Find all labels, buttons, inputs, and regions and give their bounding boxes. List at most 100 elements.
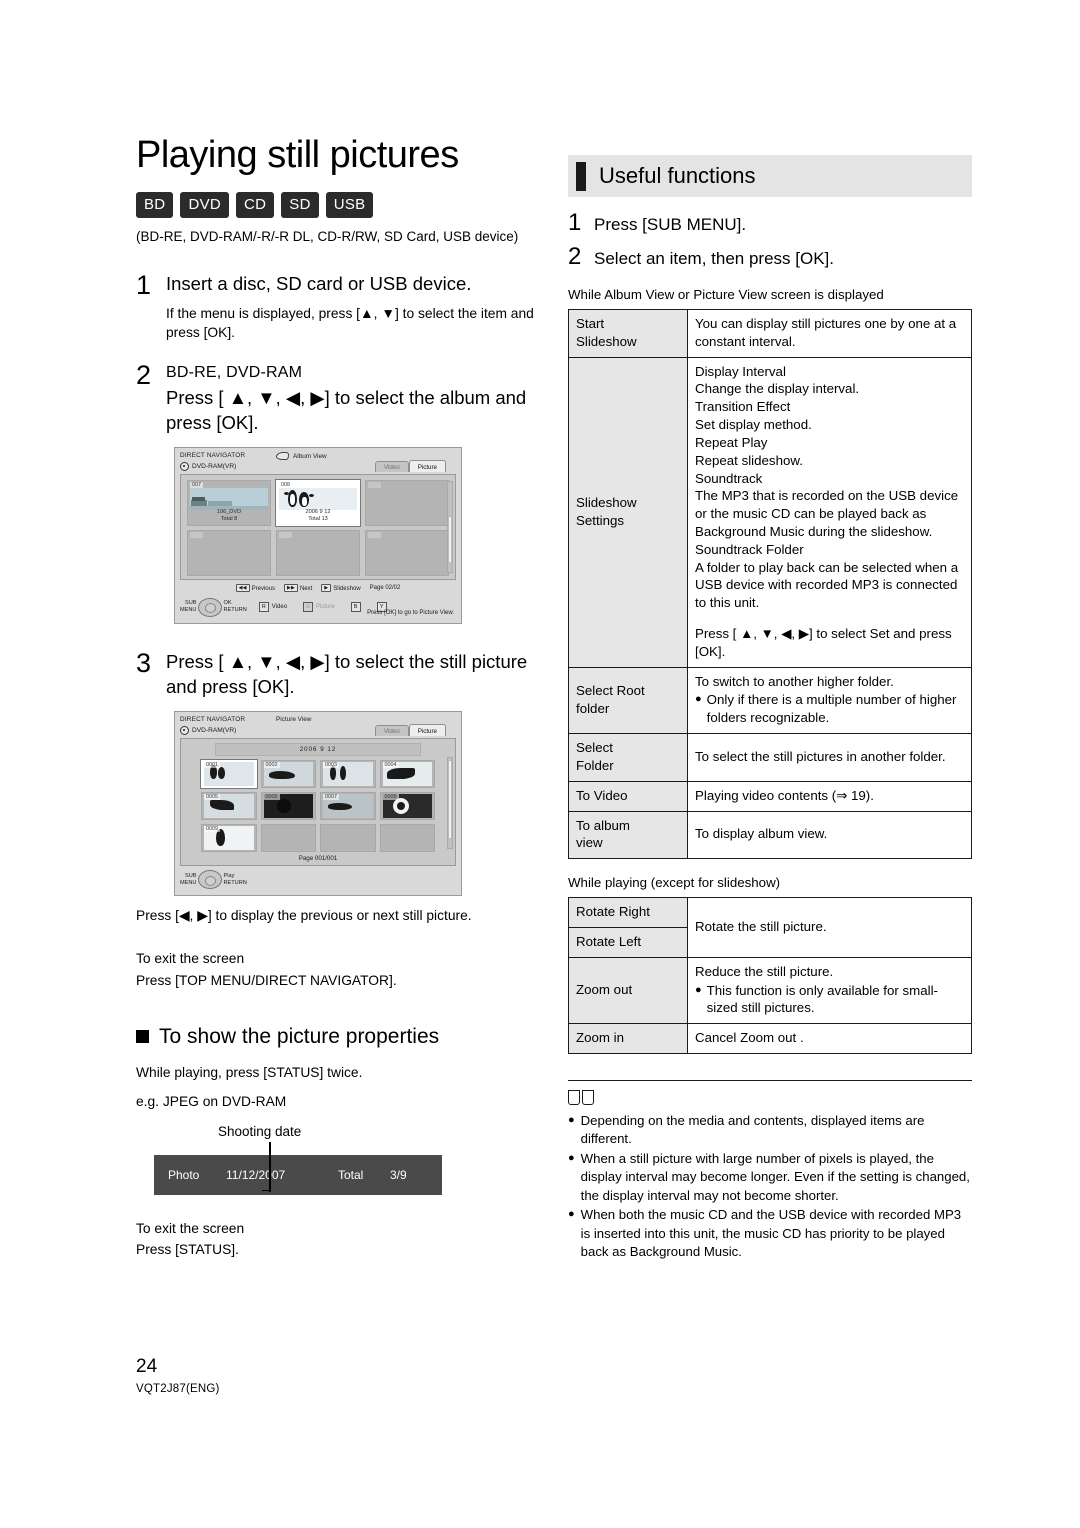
album-shot-app-title: DIRECT NAVIGATOR <box>180 452 246 460</box>
picture-thumb[interactable]: 0007 <box>320 791 376 820</box>
step-3-after-note: Press [◀, ▶] to display the previous or … <box>136 907 472 923</box>
table-row: Rotate Right Rotate the still picture. <box>568 897 972 958</box>
ok-label: OK <box>223 600 232 607</box>
picture-scrollbar-thumb[interactable] <box>448 759 452 839</box>
album-thumb-empty: 000 <box>365 530 449 577</box>
step-2-number: 2 <box>136 360 152 391</box>
table-row: To Video Playing video contents (⇒ 19). <box>568 780 972 812</box>
tab-video[interactable]: Video <box>375 461 409 473</box>
picture-thumbnail-grid: 0001 0002 0003 0004 0005 0006 0007 0008 … <box>200 758 435 852</box>
row-key-select-folder: Select Folder <box>568 733 688 782</box>
picture-shot-body: 2006 9 12 0001 0002 0003 0004 0005 0006 … <box>180 737 456 866</box>
table-row: Start Slideshow You can display still pic… <box>568 309 972 358</box>
right-step-2: 2 Select an item, then press [OK]. <box>568 243 972 271</box>
row-key-to-album-view: To album view <box>568 810 688 860</box>
setting-transition-effect-desc: Set display method. <box>695 417 812 433</box>
table-row: Select Folder To select the still picture… <box>568 733 972 782</box>
picture-thumb[interactable]: 0001 <box>200 758 258 789</box>
page-number: 24 <box>136 1356 158 1377</box>
sub-menu-label: SUB MENU <box>180 600 196 613</box>
exit-screen-2-line2: Press [STATUS]. <box>136 1242 239 1258</box>
setting-soundtrack-title: Soundtrack <box>695 470 763 486</box>
picture-shot-disc-group: DVD-RAM(VR) <box>180 725 237 735</box>
tab-picture[interactable]: Picture <box>408 723 446 736</box>
album-page-label: Page 02/02 <box>369 585 401 592</box>
album-thumb-image-placeholder <box>279 538 357 561</box>
table-row: Select Root folder To switch to another h… <box>568 666 972 735</box>
condition-while-playing: While playing (except for slideshow) <box>568 875 781 891</box>
badge-cd: CD <box>236 191 275 218</box>
picture-thumb[interactable]: 0003 <box>320 759 376 788</box>
step-1: 1 Insert a disc, SD card or USB device. … <box>136 271 541 342</box>
album-thumb[interactable]: 008 2006 9 12 Total 13 <box>275 479 361 528</box>
picture-properties-example: e.g. JPEG on DVD-RAM <box>136 1094 287 1110</box>
album-scrollbar-thumb[interactable] <box>448 516 452 564</box>
album-thumb-name: 106_DVD <box>216 508 242 515</box>
step-1-heading: Insert a disc, SD card or USB device. <box>166 272 472 294</box>
setting-soundtrack-folder-desc: A folder to play back can be selected wh… <box>695 559 959 611</box>
picture-thumb[interactable]: 0008 <box>379 791 435 820</box>
exit-screen-1-line1: To exit the screen <box>136 951 245 967</box>
setting-press-instruction: Press [ ▲, ▼, ◀, ▶] to select Set and pr… <box>695 626 952 659</box>
red-key-icon: R <box>258 602 269 613</box>
picture-thumb[interactable]: 0006 <box>260 791 316 820</box>
tab-video[interactable]: Video <box>375 724 409 736</box>
album-thumb-image-placeholder <box>190 538 268 561</box>
step-2-media-label: BD-RE, DVD-RAM <box>166 364 303 382</box>
tab-picture[interactable]: Picture <box>408 460 446 473</box>
sub-menu-line1: SUB <box>184 873 197 880</box>
select-root-folder-bullet-text: Only if there is a multiple number of hi… <box>706 692 957 726</box>
status-total-label: Total <box>338 1167 364 1182</box>
row-value-select-folder: To select the still pictures in another … <box>687 733 972 782</box>
play-key-icon: ▶ <box>321 584 332 593</box>
picture-shot-disc-label: DVD-RAM(VR) <box>192 726 237 734</box>
badge-dvd: DVD <box>180 191 230 218</box>
picture-thumb-number: 0002 <box>263 761 280 768</box>
color-key-blue[interactable]: B <box>350 602 361 613</box>
note-text: Depending on the media and contents, dis… <box>580 1113 925 1147</box>
prev-key-icon: ◀◀ <box>235 584 250 593</box>
row-value-to-album-view: To display album view. <box>687 810 972 860</box>
section-marker-icon <box>576 161 586 191</box>
step-2-heading: Press [ ▲, ▼, ◀, ▶] to select the album … <box>166 387 527 433</box>
shooting-date-label: Shooting date <box>218 1123 302 1139</box>
bullet-dot-icon: ● <box>568 1151 575 1164</box>
table-row: To album view To display album view. <box>568 810 972 860</box>
bullet-dot-icon: ● <box>695 693 702 706</box>
album-thumb[interactable]: 007 106_DVD Total 8 <box>187 480 271 527</box>
row-value-select-root-folder: To switch to another higher folder. ● On… <box>687 666 972 735</box>
picture-shot-app-title: DIRECT NAVIGATOR <box>180 715 246 723</box>
left-column: Playing still pictures BD DVD CD SD USB … <box>136 135 541 1260</box>
album-scrollbar[interactable] <box>447 481 453 574</box>
step-3: 3 Press [ ▲, ▼, ◀, ▶] to select the stil… <box>136 650 541 699</box>
functions-table-2: Rotate Right Rotate the still picture. R… <box>568 897 972 1054</box>
color-key-red[interactable]: R Video <box>258 602 287 613</box>
return-label: RETURN <box>223 879 247 886</box>
picture-scrollbar[interactable] <box>447 756 453 849</box>
note-item: ● When a still picture with large number… <box>568 1150 972 1205</box>
row-value-rotate: Rotate the still picture. <box>687 897 972 958</box>
green-key-label: Picture <box>316 604 335 611</box>
sub-menu-line2: MENU <box>180 879 197 886</box>
zoom-out-bullet: ● This function is only available for sm… <box>695 982 964 1018</box>
sub-menu-line2: MENU <box>180 607 197 614</box>
setting-display-interval-desc: Change the display interval. <box>695 381 860 397</box>
picture-thumb[interactable]: 0005 <box>201 791 257 820</box>
album-thumb-total: Total 8 <box>220 515 238 522</box>
picture-thumb[interactable]: 0009 <box>201 823 257 852</box>
album-thumb-image <box>190 488 268 511</box>
color-key-green[interactable]: G Picture <box>303 602 335 613</box>
picture-thumb-number: 0004 <box>382 761 399 768</box>
setting-soundtrack-folder-title: Soundtrack Folder <box>695 541 804 557</box>
picture-thumb[interactable]: 0004 <box>379 759 435 788</box>
album-shot-disc-label: DVD-RAM(VR) <box>192 463 237 471</box>
useful-functions-title: Useful functions <box>599 163 756 188</box>
right-step-2-number: 2 <box>568 243 582 270</box>
zoom-out-bullet-text: This function is only available for smal… <box>706 982 938 1016</box>
select-root-folder-desc: To switch to another higher folder. <box>695 673 894 689</box>
setting-soundtrack-desc: The MP3 that is recorded on the USB devi… <box>695 488 959 539</box>
exit-screen-1-line2: Press [TOP MENU/DIRECT NAVIGATOR]. <box>136 973 397 989</box>
picture-thumb[interactable]: 0002 <box>260 759 316 788</box>
book-icon <box>568 1090 594 1106</box>
hint-previous: ◀◀ Previous <box>235 584 275 593</box>
